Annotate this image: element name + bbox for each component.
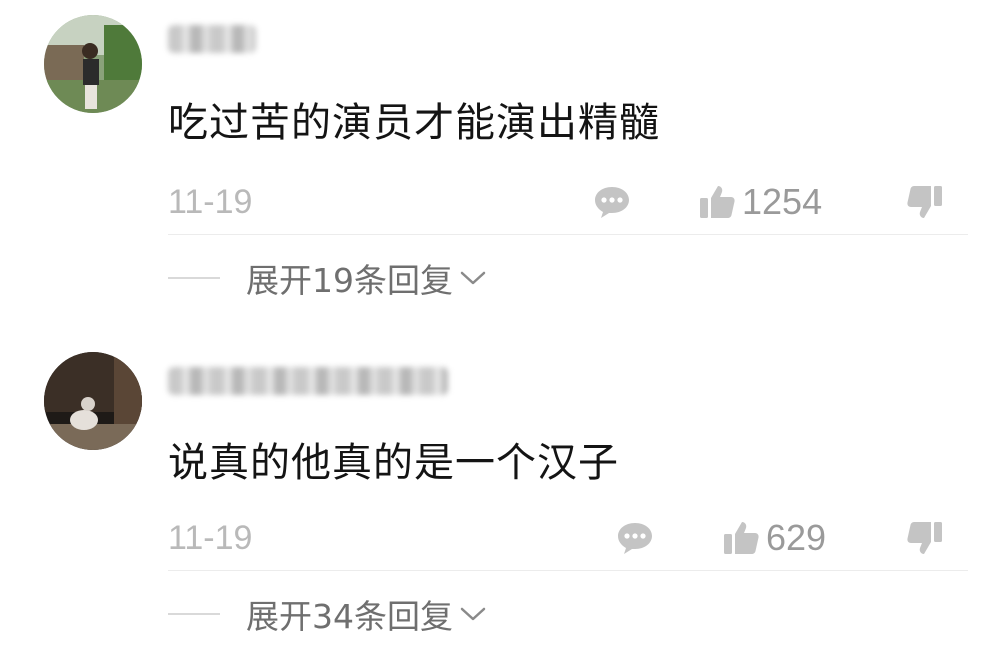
divider xyxy=(168,570,968,571)
avatar[interactable] xyxy=(44,15,142,113)
expand-line xyxy=(168,613,220,615)
like-count: 1254 xyxy=(742,181,823,222)
like-button[interactable]: 1254 xyxy=(698,180,822,224)
expand-replies-label: 展开34条回复 xyxy=(246,597,453,636)
comment-date: 11-19 xyxy=(168,519,253,557)
comment-item: 吃过苦的演员才能演出精髓 11-19 1254 展开19条回复 xyxy=(0,0,1000,323)
blurred-username xyxy=(168,25,256,53)
comment-text: 吃过苦的演员才能演出精髓 xyxy=(168,100,660,146)
comment-item: 说真的他真的是一个汉子 11-19 629 展开34条回复 xyxy=(0,336,1000,659)
thumbs-up-icon xyxy=(700,186,735,218)
thumbs-down-icon xyxy=(907,522,942,554)
comment-meta: 11-19 1254 xyxy=(168,180,968,224)
comment-meta: 11-19 629 xyxy=(168,516,968,560)
expand-replies-label: 展开19条回复 xyxy=(246,261,453,300)
comment-date: 11-19 xyxy=(168,183,253,221)
chat-bubble-icon xyxy=(595,187,629,218)
thumbs-up-icon xyxy=(724,522,759,554)
expand-line xyxy=(168,277,220,279)
username[interactable] xyxy=(168,364,448,398)
thumbs-down-icon xyxy=(907,186,942,218)
comment-text: 说真的他真的是一个汉子 xyxy=(168,440,619,486)
chevron-down-icon xyxy=(460,607,486,621)
chevron-down-icon xyxy=(460,271,486,285)
chat-bubble-icon xyxy=(618,523,652,554)
username[interactable] xyxy=(168,22,256,56)
like-button[interactable]: 629 xyxy=(722,516,826,560)
expand-replies-button[interactable]: 展开34条回复 xyxy=(168,594,487,636)
reply-button[interactable] xyxy=(593,180,631,224)
dislike-button[interactable] xyxy=(906,180,944,224)
divider xyxy=(168,234,968,235)
avatar[interactable] xyxy=(44,352,142,450)
dislike-button[interactable] xyxy=(906,516,944,560)
expand-replies-button[interactable]: 展开19条回复 xyxy=(168,258,487,300)
blurred-username xyxy=(168,367,448,395)
like-count: 629 xyxy=(766,517,827,558)
reply-button[interactable] xyxy=(616,516,654,560)
